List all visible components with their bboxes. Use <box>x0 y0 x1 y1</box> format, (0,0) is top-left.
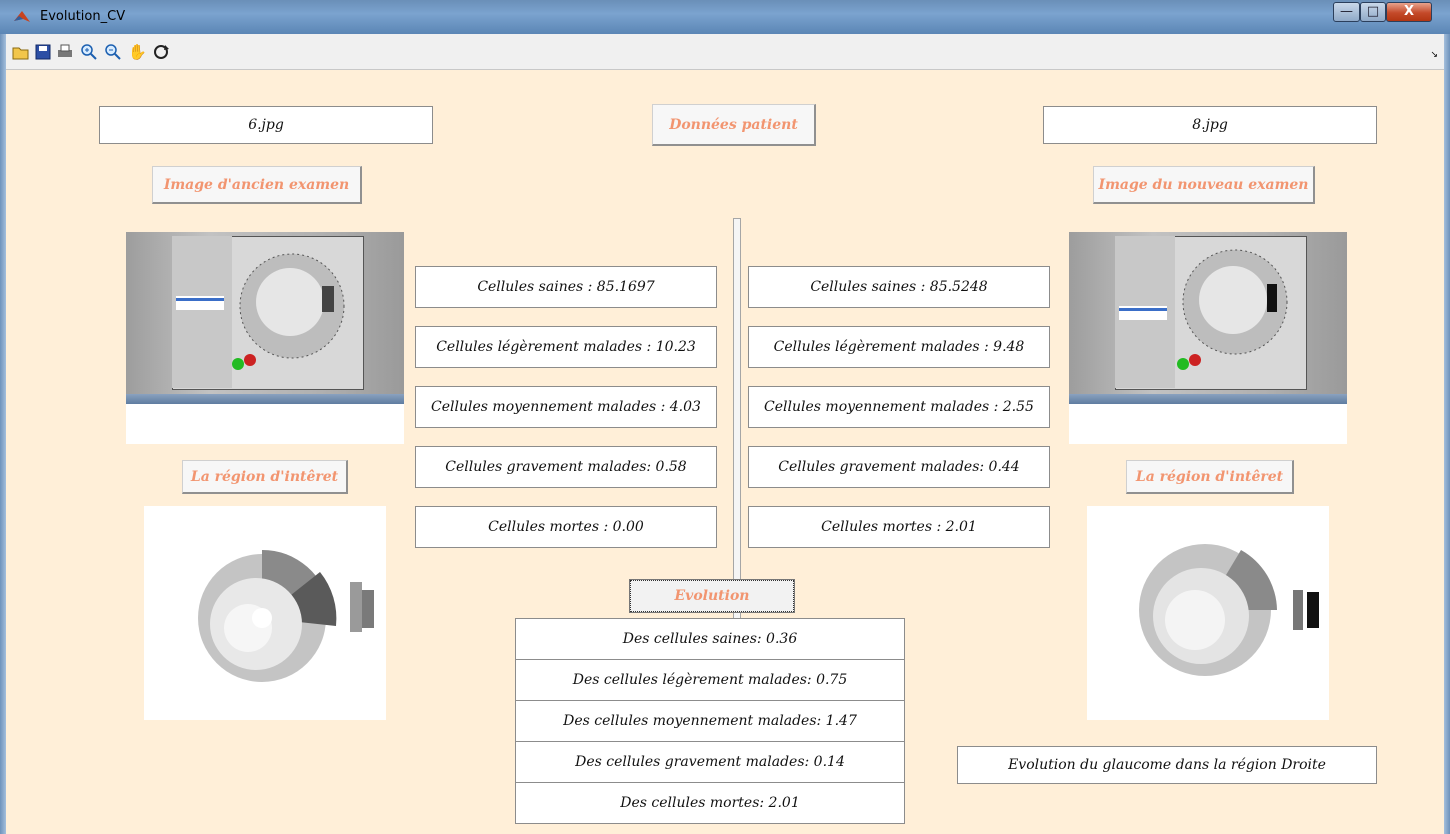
right-roi-disc-icon <box>1139 544 1319 676</box>
patient-data-button[interactable]: Données patient <box>652 104 816 146</box>
print-icon[interactable] <box>56 43 74 61</box>
left-roi-image <box>144 506 386 720</box>
evolution-healthy: Des cellules saines: 0.36 <box>515 618 905 660</box>
rotate-3d-icon[interactable] <box>152 43 170 61</box>
pan-hand-icon[interactable]: ✋ <box>128 43 147 61</box>
center-divider <box>733 218 741 638</box>
evolution-slightly-ill: Des cellules légèrement malades: 0.75 <box>515 659 905 701</box>
old-exam-image <box>126 232 404 444</box>
right-stat-slightly-ill: Cellules légèrement malades : 9.48 <box>748 326 1050 368</box>
right-stat-severely-ill: Cellules gravement malades: 0.44 <box>748 446 1050 488</box>
evolution-button[interactable]: Evolution <box>629 579 795 613</box>
toolbar-overflow-icon[interactable]: ↘ <box>1430 50 1438 60</box>
left-filename-field: 6.jpg <box>99 106 433 144</box>
new-exam-screenshot <box>1069 232 1347 404</box>
minimize-button[interactable]: — <box>1333 2 1360 22</box>
evolution-dead: Des cellules mortes: 2.01 <box>515 782 905 824</box>
right-stat-healthy: Cellules saines : 85.5248 <box>748 266 1050 308</box>
zoom-out-icon[interactable] <box>104 43 122 61</box>
close-button[interactable]: X <box>1386 2 1432 22</box>
left-roi-disc-icon <box>198 549 374 682</box>
open-icon[interactable] <box>12 43 30 61</box>
left-stat-slightly-ill: Cellules légèrement malades : 10.23 <box>415 326 717 368</box>
window-title: Evolution_CV <box>40 9 126 24</box>
left-roi-button[interactable]: La région d'intêret <box>182 460 348 494</box>
main-panel: 6.jpg Image d'ancien examen La région d'… <box>6 70 1444 834</box>
new-exam-button[interactable]: Image du nouveau examen <box>1093 166 1315 204</box>
matlab-app-icon <box>14 11 30 22</box>
left-stat-healthy: Cellules saines : 85.1697 <box>415 266 717 308</box>
conclusion-field: Evolution du glaucome dans la région Dro… <box>957 746 1377 784</box>
new-exam-image <box>1069 232 1347 444</box>
zoom-in-icon[interactable] <box>80 43 98 61</box>
right-stat-moderately-ill: Cellules moyennement malades : 2.55 <box>748 386 1050 428</box>
window-frame-right <box>1444 34 1450 834</box>
new-exam-preview-icon <box>1115 236 1288 388</box>
left-stat-severely-ill: Cellules gravement malades: 0.58 <box>415 446 717 488</box>
old-exam-screenshot <box>126 232 404 404</box>
old-exam-preview-icon <box>172 236 345 388</box>
right-stat-dead: Cellules mortes : 2.01 <box>748 506 1050 548</box>
title-bar: Evolution_CV — □ X <box>0 0 1450 34</box>
toolbar: ✋ ↘ <box>6 34 1444 70</box>
right-roi-image <box>1087 506 1329 720</box>
left-stat-dead: Cellules mortes : 0.00 <box>415 506 717 548</box>
save-icon[interactable] <box>34 43 52 61</box>
right-roi-button[interactable]: La région d'intêret <box>1126 460 1294 494</box>
evolution-severely-ill: Des cellules gravement malades: 0.14 <box>515 741 905 783</box>
evolution-moderately-ill: Des cellules moyennement malades: 1.47 <box>515 700 905 742</box>
left-stat-moderately-ill: Cellules moyennement malades : 4.03 <box>415 386 717 428</box>
maximize-button[interactable]: □ <box>1360 2 1386 22</box>
old-exam-button[interactable]: Image d'ancien examen <box>152 166 362 204</box>
right-filename-field: 8.jpg <box>1043 106 1377 144</box>
